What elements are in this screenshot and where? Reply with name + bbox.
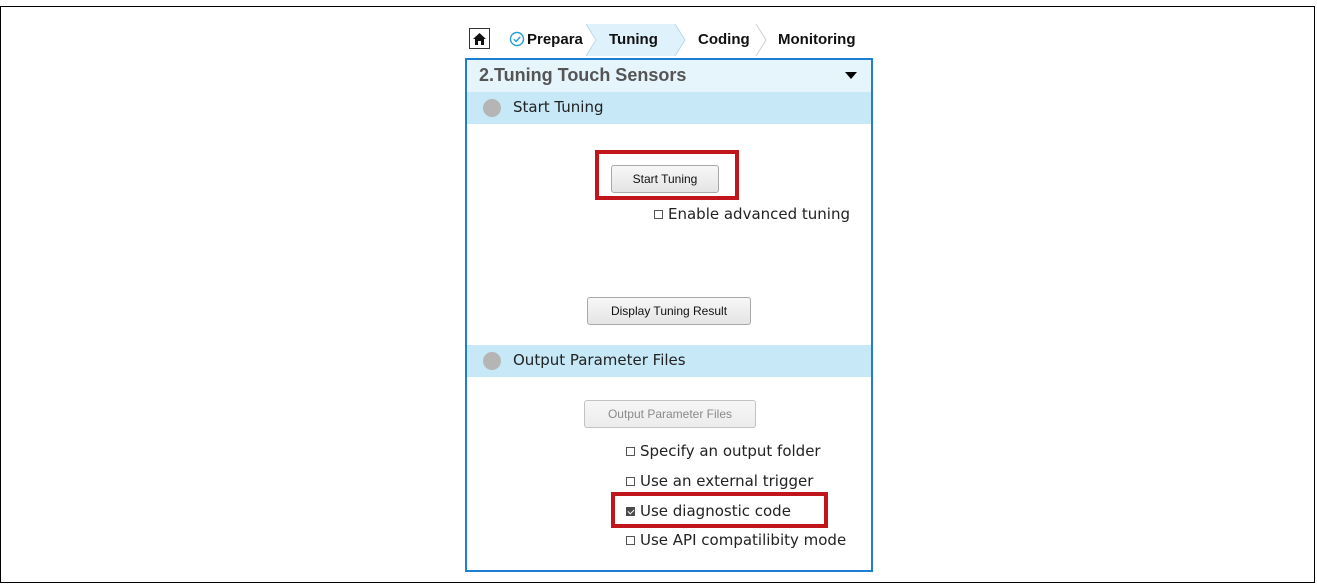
status-dot-icon: [483, 99, 501, 117]
use-api-compatibility-mode-checkbox[interactable]: Use API compatilibity mode: [626, 531, 846, 549]
section-label: Start Tuning: [513, 98, 604, 116]
specify-output-folder-checkbox[interactable]: Specify an output folder: [626, 442, 821, 460]
checkbox-label: Specify an output folder: [640, 442, 821, 460]
checkbox-unchecked-icon[interactable]: [654, 209, 663, 219]
breadcrumb-item-tuning[interactable]: Tuning: [609, 29, 658, 51]
use-external-trigger-checkbox[interactable]: Use an external trigger: [626, 472, 813, 490]
display-tuning-result-button[interactable]: Display Tuning Result: [587, 297, 751, 325]
checkbox-label: Enable advanced tuning: [668, 205, 851, 223]
section-start-tuning: Start Tuning: [467, 92, 871, 124]
checkbox-unchecked-icon[interactable]: [626, 446, 635, 456]
panel-title: 2.Tuning Touch Sensors: [479, 65, 687, 85]
highlight-diagnostic-code: [611, 492, 828, 528]
section-output-parameter-files: Output Parameter Files: [467, 345, 871, 377]
smart-configurator-panel: Prepara Tuning Coding Monitoring 2.Tunin…: [463, 22, 873, 572]
section-label: Output Parameter Files: [513, 351, 686, 369]
highlight-start-tuning: [595, 150, 739, 200]
checkbox-label: Use API compatilibity mode: [640, 531, 847, 549]
panel-header[interactable]: 2.Tuning Touch Sensors: [467, 60, 871, 92]
output-parameter-files-button[interactable]: Output Parameter Files: [584, 400, 756, 428]
chevron-down-icon[interactable]: [845, 72, 857, 79]
breadcrumb-item-coding[interactable]: Coding: [698, 29, 750, 51]
checkbox-label: Use an external trigger: [640, 472, 814, 490]
breadcrumb: Prepara Tuning Coding Monitoring: [465, 22, 873, 58]
check-circle-icon: [509, 31, 525, 47]
breadcrumb-item-preparation[interactable]: Prepara: [527, 29, 583, 51]
status-dot-icon: [483, 352, 501, 370]
breadcrumb-item-monitoring[interactable]: Monitoring: [778, 29, 855, 51]
enable-advanced-tuning-checkbox[interactable]: Enable advanced tuning: [654, 205, 850, 223]
checkbox-unchecked-icon[interactable]: [626, 535, 635, 545]
checkbox-unchecked-icon[interactable]: [626, 476, 635, 486]
